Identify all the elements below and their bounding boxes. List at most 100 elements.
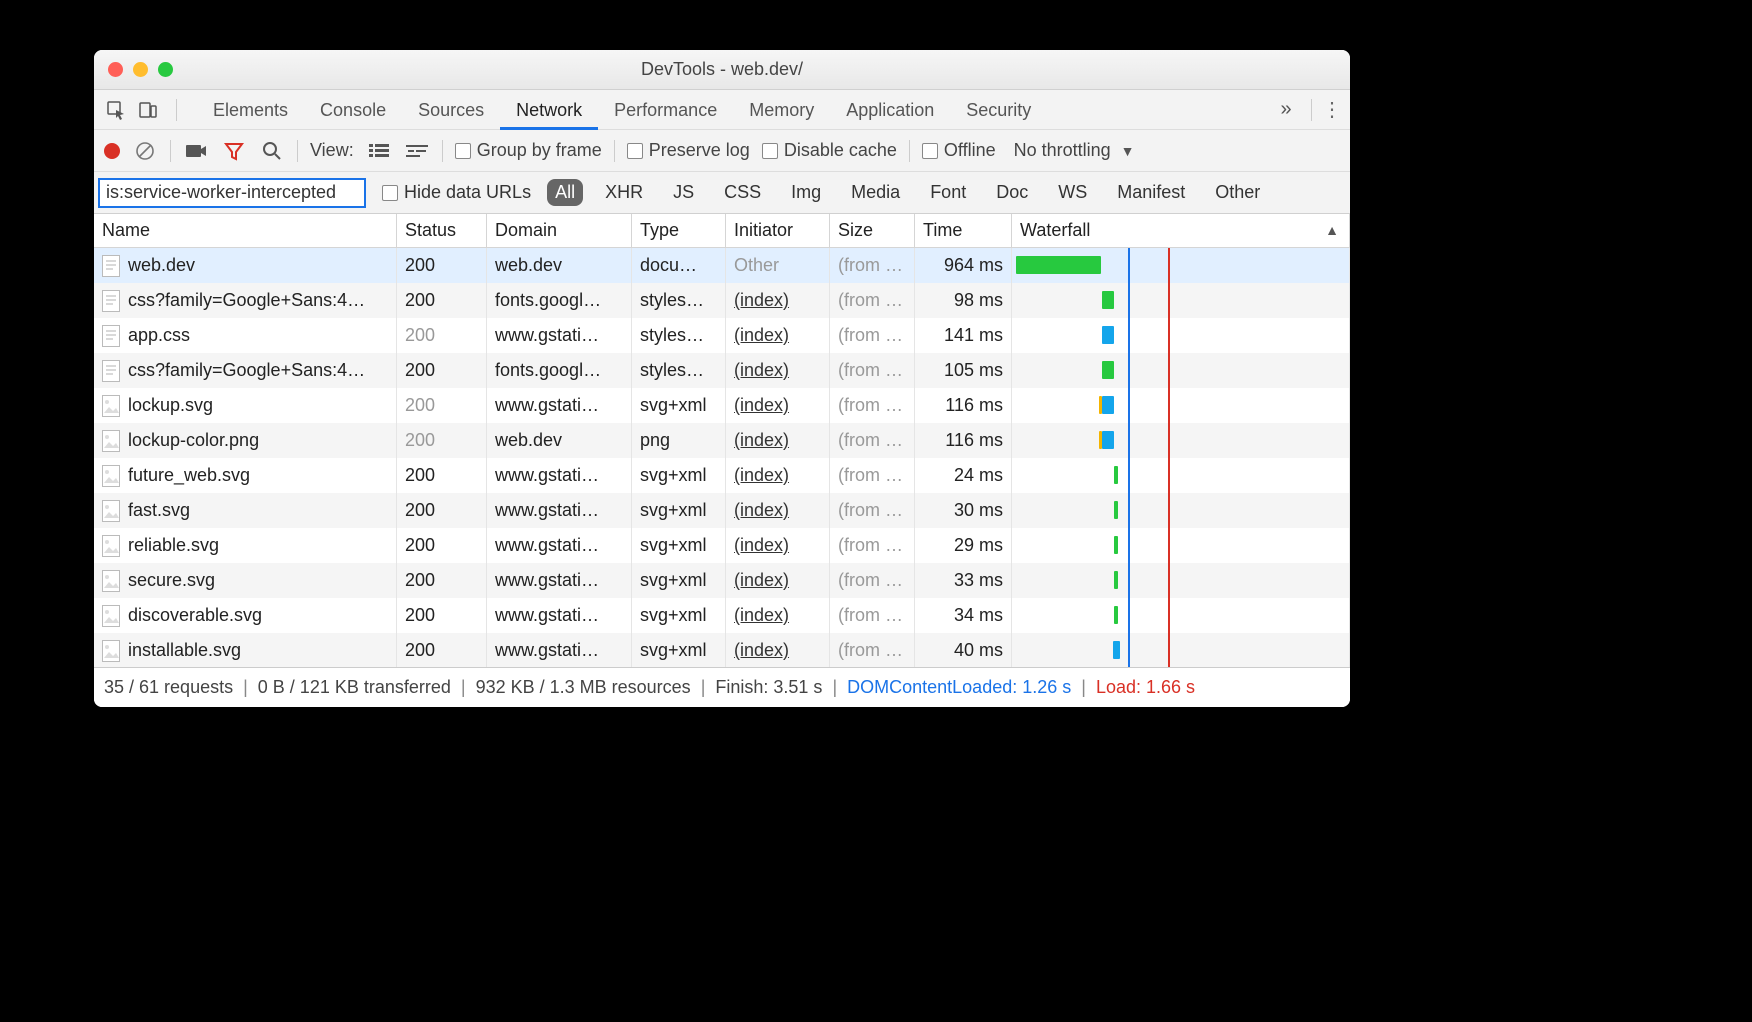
- type-filter-xhr[interactable]: XHR: [597, 179, 651, 206]
- table-row[interactable]: discoverable.svg 200 www.gstati… svg+xml…: [94, 598, 1350, 633]
- cell-waterfall: [1012, 248, 1350, 283]
- cell-time: 105 ms: [915, 353, 1012, 388]
- type-filter-js[interactable]: JS: [665, 179, 702, 206]
- cell-status: 200: [397, 458, 487, 493]
- cell-name: future_web.svg: [94, 458, 397, 493]
- table-row[interactable]: reliable.svg 200 www.gstati… svg+xml (in…: [94, 528, 1350, 563]
- table-row[interactable]: web.dev 200 web.dev docu… Other (from … …: [94, 248, 1350, 283]
- cell-waterfall: [1012, 563, 1350, 598]
- initiator-link[interactable]: (index): [734, 465, 789, 486]
- initiator-link[interactable]: (index): [734, 605, 789, 626]
- col-time[interactable]: Time: [915, 214, 1012, 247]
- cell-type: svg+xml: [632, 598, 726, 633]
- minimize-window-button[interactable]: [133, 62, 148, 77]
- screenshot-icon[interactable]: [183, 138, 209, 164]
- tab-performance[interactable]: Performance: [598, 90, 733, 130]
- initiator-link[interactable]: (index): [734, 500, 789, 521]
- preserve-log-checkbox[interactable]: Preserve log: [627, 140, 750, 161]
- type-filter-ws[interactable]: WS: [1050, 179, 1095, 206]
- tab-network[interactable]: Network: [500, 90, 598, 130]
- separator: [176, 99, 177, 121]
- type-filter-manifest[interactable]: Manifest: [1109, 179, 1193, 206]
- cell-status: 200: [397, 528, 487, 563]
- type-filter-all[interactable]: All: [547, 179, 583, 206]
- initiator-link[interactable]: (index): [734, 640, 789, 661]
- initiator-link[interactable]: (index): [734, 570, 789, 591]
- table-row[interactable]: app.css 200 www.gstati… styles… (index) …: [94, 318, 1350, 353]
- tab-memory[interactable]: Memory: [733, 90, 830, 130]
- cell-status: 200: [397, 248, 487, 283]
- table-row[interactable]: installable.svg 200 www.gstati… svg+xml …: [94, 633, 1350, 667]
- separator: [442, 140, 443, 162]
- table-row[interactable]: future_web.svg 200 www.gstati… svg+xml (…: [94, 458, 1350, 493]
- search-icon[interactable]: [259, 138, 285, 164]
- cell-domain: web.dev: [487, 423, 632, 458]
- initiator-link[interactable]: (index): [734, 535, 789, 556]
- tab-sources[interactable]: Sources: [402, 90, 500, 130]
- table-row[interactable]: fast.svg 200 www.gstati… svg+xml (index)…: [94, 493, 1350, 528]
- close-window-button[interactable]: [108, 62, 123, 77]
- initiator-link[interactable]: (index): [734, 290, 789, 311]
- throttling-select[interactable]: No throttling ▼: [1014, 140, 1135, 161]
- device-toolbar-icon[interactable]: [134, 96, 162, 124]
- type-filter-img[interactable]: Img: [783, 179, 829, 206]
- throttling-value: No throttling: [1014, 140, 1111, 161]
- large-rows-icon[interactable]: [366, 138, 392, 164]
- hide-data-urls-checkbox[interactable]: Hide data URLs: [382, 182, 531, 203]
- initiator-link[interactable]: (index): [734, 395, 789, 416]
- col-size[interactable]: Size: [830, 214, 915, 247]
- col-initiator[interactable]: Initiator: [726, 214, 830, 247]
- tab-elements[interactable]: Elements: [197, 90, 304, 130]
- tab-security[interactable]: Security: [950, 90, 1047, 130]
- offline-checkbox[interactable]: Offline: [922, 140, 996, 161]
- zoom-window-button[interactable]: [158, 62, 173, 77]
- cell-domain: fonts.googl…: [487, 353, 632, 388]
- disable-cache-checkbox[interactable]: Disable cache: [762, 140, 897, 161]
- clear-icon[interactable]: [132, 138, 158, 164]
- cell-waterfall: [1012, 598, 1350, 633]
- record-button[interactable]: [104, 143, 120, 159]
- filter-icon[interactable]: [221, 138, 247, 164]
- col-waterfall[interactable]: Waterfall▲: [1012, 214, 1350, 247]
- overview-icon[interactable]: [404, 138, 430, 164]
- initiator-link[interactable]: (index): [734, 360, 789, 381]
- file-name: fast.svg: [128, 500, 190, 521]
- initiator-link[interactable]: (index): [734, 325, 789, 346]
- table-row[interactable]: secure.svg 200 www.gstati… svg+xml (inde…: [94, 563, 1350, 598]
- type-filter-media[interactable]: Media: [843, 179, 908, 206]
- table-row[interactable]: css?family=Google+Sans:4… 200 fonts.goog…: [94, 353, 1350, 388]
- separator: [614, 140, 615, 162]
- col-type[interactable]: Type: [632, 214, 726, 247]
- file-name: lockup.svg: [128, 395, 213, 416]
- file-name: discoverable.svg: [128, 605, 262, 626]
- cell-size: (from …: [830, 633, 915, 667]
- cell-name: reliable.svg: [94, 528, 397, 563]
- tab-console[interactable]: Console: [304, 90, 402, 130]
- type-filter-font[interactable]: Font: [922, 179, 974, 206]
- table-row[interactable]: lockup.svg 200 www.gstati… svg+xml (inde…: [94, 388, 1350, 423]
- settings-kebab-icon[interactable]: ⋮: [1322, 97, 1342, 122]
- initiator-link[interactable]: (index): [734, 430, 789, 451]
- select-element-icon[interactable]: [102, 96, 130, 124]
- cell-time: 34 ms: [915, 598, 1012, 633]
- type-filter-doc[interactable]: Doc: [988, 179, 1036, 206]
- table-row[interactable]: lockup-color.png 200 web.dev png (index)…: [94, 423, 1350, 458]
- cell-waterfall: [1012, 353, 1350, 388]
- more-tabs-chevron-icon[interactable]: »: [1271, 98, 1301, 121]
- cell-status: 200: [397, 388, 487, 423]
- cell-time: 98 ms: [915, 283, 1012, 318]
- col-status[interactable]: Status: [397, 214, 487, 247]
- table-row[interactable]: css?family=Google+Sans:4… 200 fonts.goog…: [94, 283, 1350, 318]
- type-filter-other[interactable]: Other: [1207, 179, 1268, 206]
- cell-status: 200: [397, 353, 487, 388]
- cell-name: css?family=Google+Sans:4…: [94, 353, 397, 388]
- filter-input[interactable]: [98, 178, 366, 208]
- file-name: css?family=Google+Sans:4…: [128, 360, 365, 381]
- file-name: lockup-color.png: [128, 430, 259, 451]
- type-filter-css[interactable]: CSS: [716, 179, 769, 206]
- col-name[interactable]: Name: [94, 214, 397, 247]
- group-by-frame-checkbox[interactable]: Group by frame: [455, 140, 602, 161]
- tab-application[interactable]: Application: [830, 90, 950, 130]
- cell-type: svg+xml: [632, 388, 726, 423]
- col-domain[interactable]: Domain: [487, 214, 632, 247]
